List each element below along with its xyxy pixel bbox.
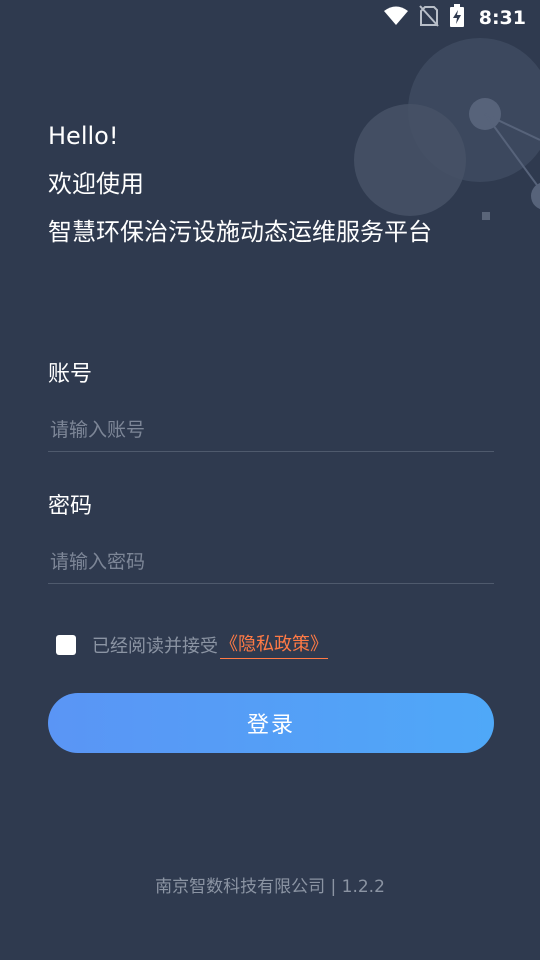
account-field: 账号 [48,360,494,452]
privacy-policy-link[interactable]: 《隐私政策》 [220,630,328,659]
agreement-row: 已经阅读并接受 《隐私政策》 [56,630,328,659]
footer-company-version: 南京智数科技有限公司 | 1.2.2 [155,877,385,897]
login-button[interactable]: 登录 [48,693,494,753]
platform-title: 智慧环保治污设施动态运维服务平台 [48,218,432,246]
greeting-welcome: 欢迎使用 [48,170,144,198]
battery-charging-icon [449,4,465,32]
account-label: 账号 [48,362,93,387]
account-input[interactable] [48,408,494,452]
status-time: 8:31 [478,7,526,29]
password-input[interactable] [48,540,494,584]
agreement-text: 已经阅读并接受 [92,635,218,657]
greeting-hello: Hello! [48,122,119,150]
greeting: Hello! 欢迎使用 智慧环保治污设施动态运维服务平台 [48,112,432,256]
password-field: 密码 [48,492,494,584]
agreement-checkbox[interactable] [56,634,76,655]
wifi-icon [383,6,409,30]
password-label: 密码 [48,494,93,519]
no-sim-icon [418,5,439,31]
